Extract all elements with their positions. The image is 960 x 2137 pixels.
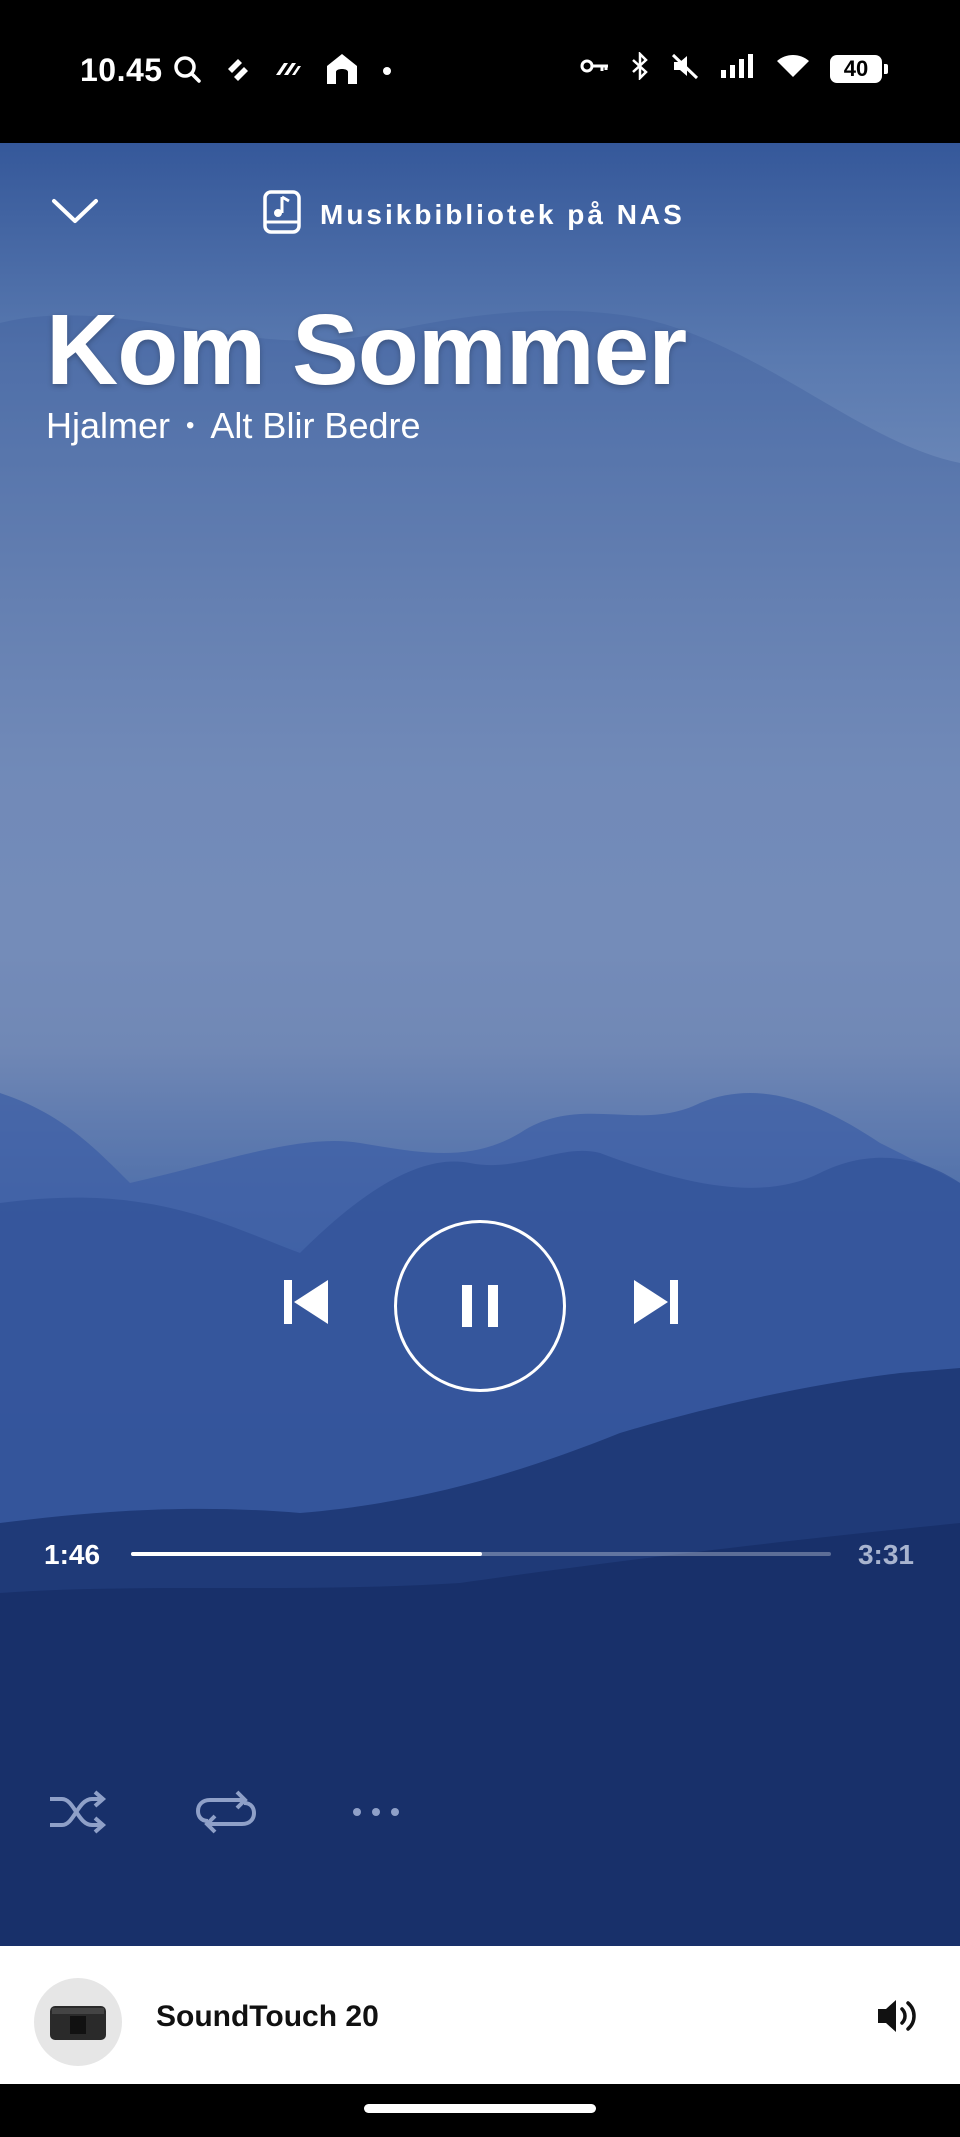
more-options-button[interactable] <box>350 1787 402 1837</box>
mute-icon <box>670 52 700 85</box>
source-label: Musikbibliotek på NAS <box>320 198 685 230</box>
elapsed-time: 1:46 <box>44 1539 101 1570</box>
pause-icon <box>462 1285 498 1327</box>
progress-fill <box>131 1552 483 1556</box>
total-time: 3:31 <box>857 1539 914 1570</box>
progress-bar[interactable] <box>131 1552 831 1556</box>
home-indicator[interactable] <box>364 2104 596 2113</box>
playback-controls <box>0 1220 960 1396</box>
source-selector[interactable]: Musikbibliotek på NAS <box>262 189 685 240</box>
track-subtitle: Hjalmer • Alt Blir Bedre <box>46 405 421 447</box>
battery-indicator: 40 <box>830 54 888 83</box>
key-icon <box>580 56 610 81</box>
track-title: Kom Sommer <box>46 294 687 406</box>
previous-button[interactable] <box>276 1272 336 1332</box>
shuffle-icon <box>50 1790 107 1834</box>
track-album[interactable]: Alt Blir Bedre <box>210 405 420 447</box>
home-icon <box>324 52 360 91</box>
now-playing-screen: Musikbibliotek på NAS Kom Sommer Hjalmer… <box>0 143 960 1946</box>
secondary-controls <box>0 1783 960 1843</box>
volume-button[interactable] <box>874 1994 922 2038</box>
signal-icon <box>720 53 756 84</box>
app-icon <box>274 57 302 86</box>
bluetooth-icon <box>630 50 650 85</box>
subtitle-separator: • <box>186 412 195 439</box>
repeat-icon <box>195 1790 257 1834</box>
chevron-down-icon <box>52 199 98 223</box>
repeat-button[interactable] <box>194 1787 258 1837</box>
device-name: SoundTouch 20 <box>156 2000 379 2033</box>
search-icon <box>172 54 202 89</box>
skip-previous-icon <box>284 1280 328 1324</box>
shuffle-button[interactable] <box>46 1787 108 1837</box>
volume-icon <box>878 2000 916 2032</box>
collapse-button[interactable] <box>50 195 100 235</box>
music-library-icon <box>262 189 302 240</box>
next-button[interactable] <box>626 1272 686 1332</box>
status-time: 10.45 <box>80 52 163 88</box>
status-bar: 10.45 40 <box>0 0 960 143</box>
track-artist[interactable]: Hjalmer <box>46 405 170 447</box>
speaker-icon <box>34 1978 122 2066</box>
more-icon <box>353 1808 399 1816</box>
dot-icon <box>382 63 392 81</box>
sync-icon <box>224 55 252 88</box>
pause-button[interactable] <box>394 1220 566 1392</box>
skip-next-icon <box>634 1280 678 1324</box>
device-bar[interactable]: SoundTouch 20 <box>0 1946 960 2084</box>
system-navigation-bar <box>0 2084 960 2137</box>
wifi-icon <box>776 53 810 84</box>
